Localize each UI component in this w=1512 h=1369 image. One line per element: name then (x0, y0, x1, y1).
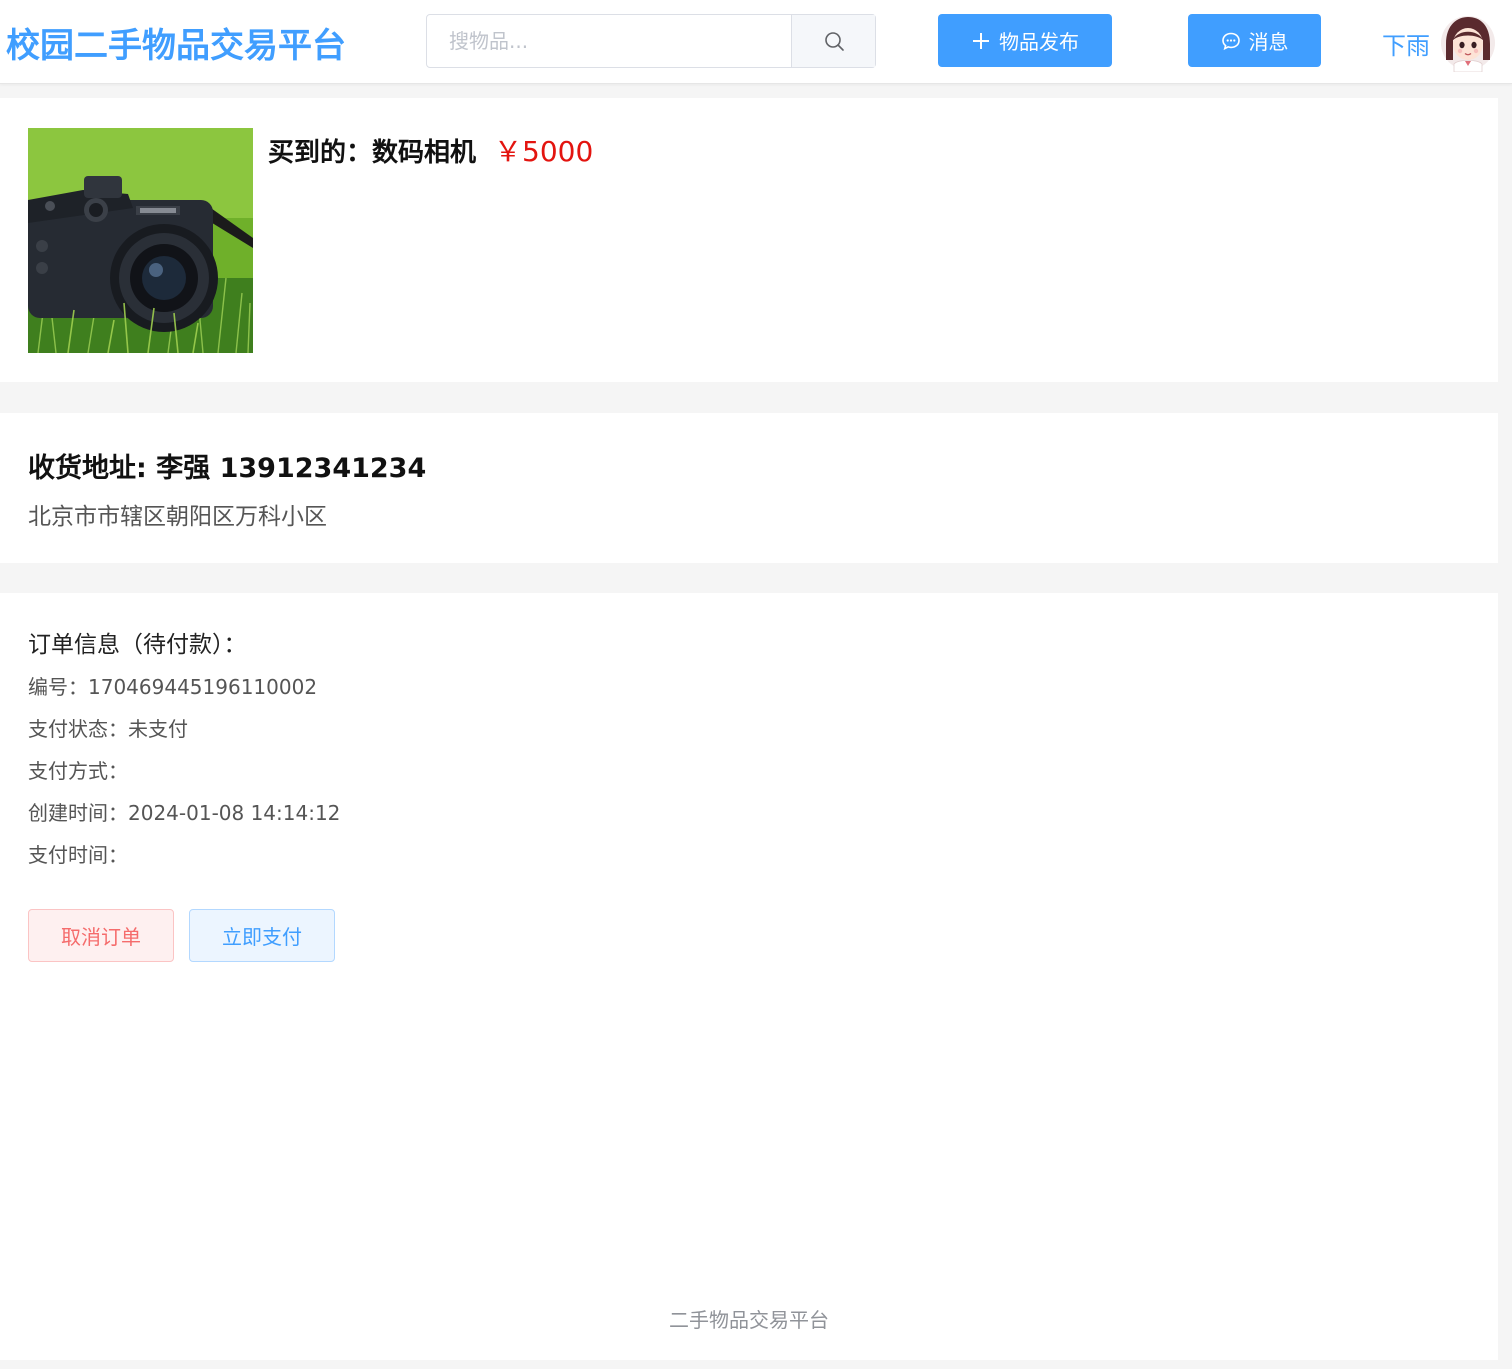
product-card: 买到的：数码相机 ￥5000 (0, 98, 1498, 382)
product-summary: 买到的：数码相机 ￥5000 (268, 130, 593, 170)
footer-text: 二手物品交易平台 (669, 1308, 829, 1332)
site-title[interactable]: 校园二手物品交易平台 (6, 18, 346, 67)
product-image[interactable] (28, 128, 253, 353)
username[interactable]: 下雨 (1382, 26, 1430, 61)
order-pay-method: 支付方式： (28, 759, 128, 783)
address-card: 收货地址: 李强 13912341234 北京市市辖区朝阳区万科小区 (0, 413, 1498, 563)
chat-icon (1221, 32, 1240, 50)
top-header: 校园二手物品交易平台 物品发布 消息 下雨 (0, 0, 1512, 84)
order-pay-time: 支付时间： (28, 843, 128, 867)
search-icon (824, 32, 844, 51)
message-button[interactable]: 消息 (1188, 14, 1321, 67)
user-avatar[interactable] (1440, 14, 1496, 72)
order-heading: 订单信息（待付款）： (28, 632, 247, 658)
order-created-at: 创建时间：2024-01-08 14:14:12 (28, 801, 341, 825)
plus-icon (973, 32, 989, 49)
search-button[interactable] (791, 15, 875, 67)
publish-button[interactable]: 物品发布 (938, 14, 1112, 67)
message-label: 消息 (1248, 30, 1289, 54)
address-title: 收货地址: 李强 13912341234 (28, 453, 427, 484)
order-number: 编号：170469445196110002 (28, 675, 318, 699)
pay-now-button[interactable]: 立即支付 (189, 909, 335, 962)
search-input[interactable] (427, 15, 791, 67)
address-detail: 北京市市辖区朝阳区万科小区 (28, 504, 327, 530)
order-card: 订单信息（待付款）： 编号：170469445196110002 支付状态：未支… (0, 593, 1498, 1360)
search-box (426, 14, 876, 68)
order-pay-status: 支付状态：未支付 (28, 717, 188, 741)
cancel-order-button[interactable]: 取消订单 (28, 909, 174, 962)
product-title[interactable]: 买到的：数码相机 (268, 138, 476, 168)
product-price: ￥5000 (494, 135, 594, 168)
publish-label: 物品发布 (999, 30, 1079, 54)
